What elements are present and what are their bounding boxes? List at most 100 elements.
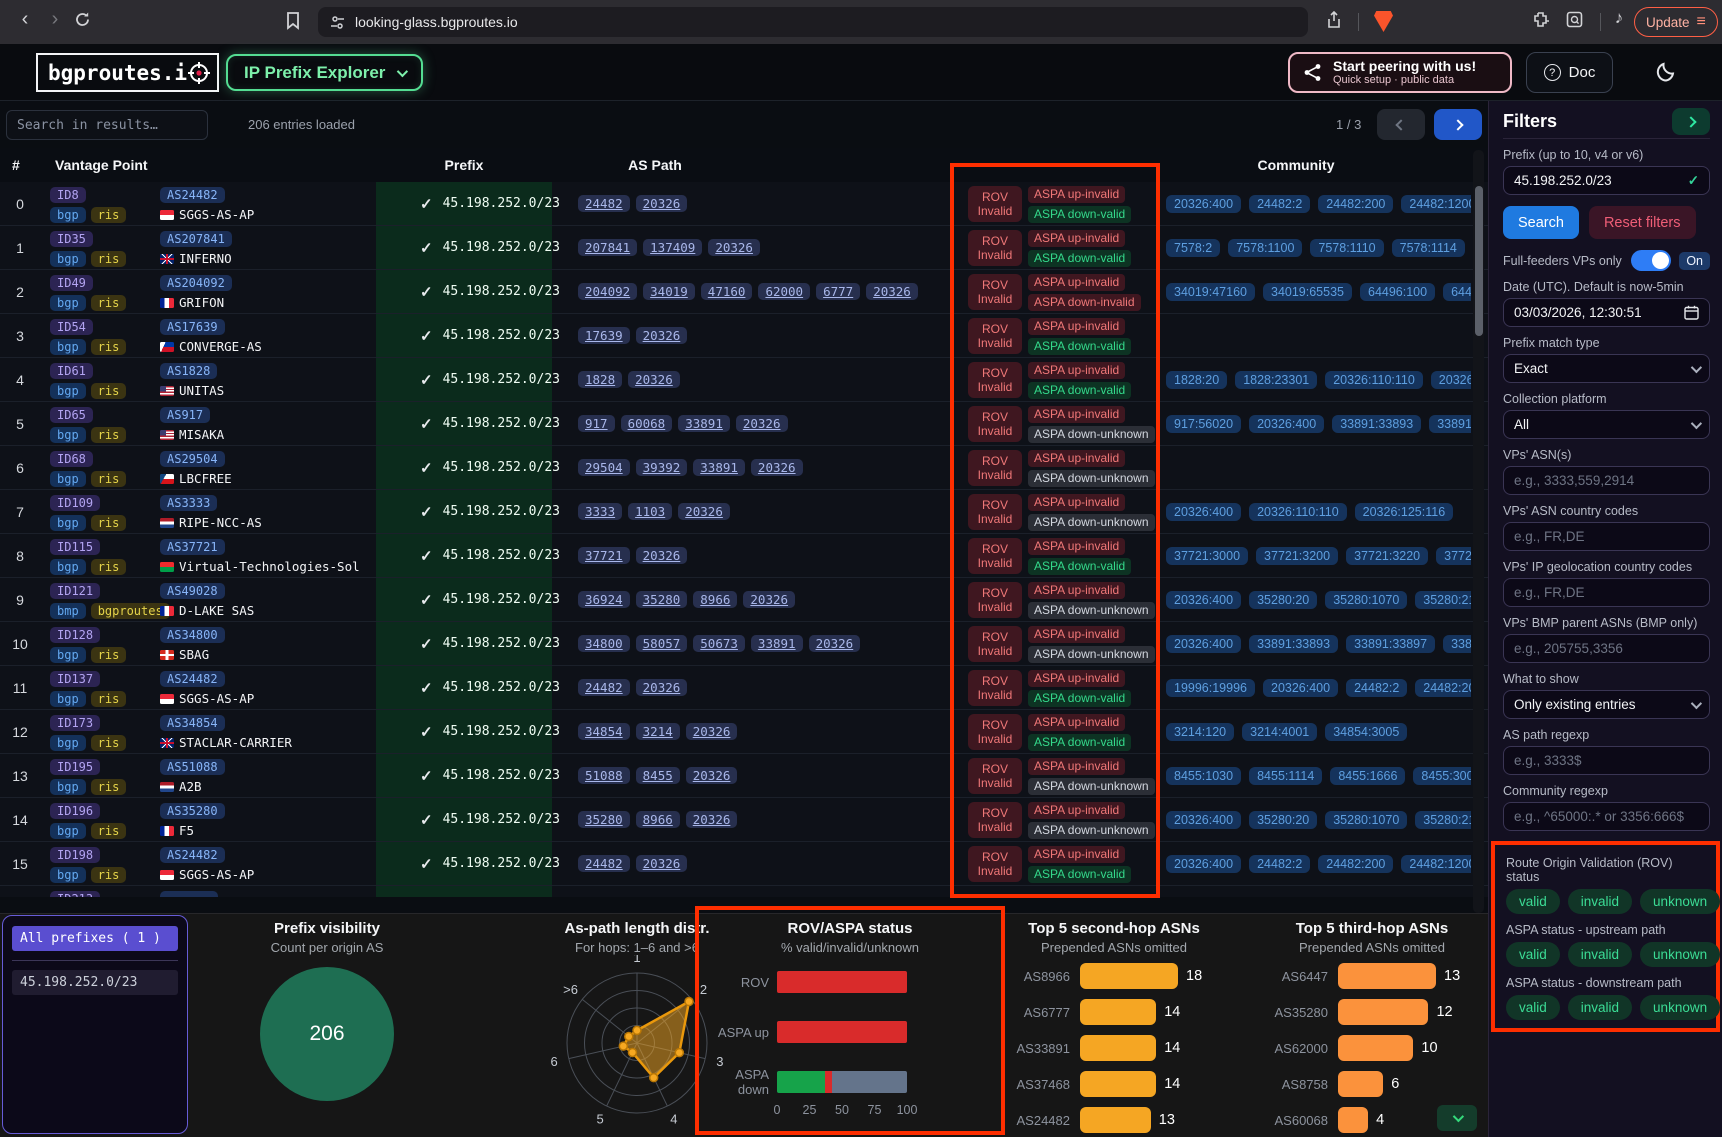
site-settings-icon[interactable] (330, 15, 345, 30)
dark-mode-toggle[interactable] (1654, 59, 1678, 83)
as-path-hop[interactable]: 137409 (643, 239, 702, 256)
expand-charts-button[interactable] (1437, 1105, 1477, 1131)
music-note-icon[interactable]: ♪ (1606, 8, 1632, 28)
url-bar[interactable]: looking-glass.bgproutes.io (318, 7, 1308, 37)
as-path-hop[interactable]: 50673 (693, 635, 745, 652)
as-path-hop[interactable]: 1828 (578, 371, 622, 388)
platform-select[interactable]: All (1503, 410, 1710, 439)
vp-asn-badge[interactable]: AS917 (160, 407, 210, 423)
vp-asn-badge[interactable]: AS24482 (160, 187, 225, 203)
as-path-hop[interactable]: 20326 (678, 503, 730, 520)
reload-icon[interactable] (74, 11, 100, 28)
as-path-hop[interactable]: 6777 (816, 283, 860, 300)
vp-asn-badge[interactable]: AS24482 (160, 847, 225, 863)
full-feeders-toggle[interactable] (1631, 250, 1671, 271)
vp-asn-badge[interactable]: AS24482 (160, 671, 225, 687)
as-path-hop[interactable]: 35280 (636, 591, 688, 608)
vp-asn-badge[interactable]: AS34800 (160, 627, 225, 643)
prefix-list-item[interactable]: 45.198.252.0/23 (12, 970, 178, 995)
collapse-filters-button[interactable] (1672, 108, 1710, 135)
status-pill-valid[interactable]: valid (1506, 995, 1560, 1020)
vp-asn-badge[interactable]: AS35280 (160, 803, 225, 819)
as-path-hop[interactable]: 204092 (578, 283, 637, 300)
search-button[interactable]: Search (1503, 206, 1579, 239)
status-pill-valid[interactable]: valid (1506, 942, 1560, 967)
vp-asn-badge[interactable]: AS1828 (160, 363, 217, 379)
as-path-hop[interactable]: 20326 (636, 855, 688, 872)
tool-selector[interactable]: IP Prefix Explorer (226, 54, 423, 91)
back-icon[interactable]: ‹ (12, 8, 38, 31)
as-path-hop[interactable]: 20326 (636, 195, 688, 212)
as-path-hop[interactable]: 917 (578, 415, 615, 432)
as-path-hop[interactable]: 20326 (743, 591, 795, 608)
table-scrollbar[interactable] (1473, 150, 1484, 913)
vp-asn-input[interactable] (1503, 466, 1710, 495)
as-path-hop[interactable]: 24482 (578, 855, 630, 872)
as-path-hop[interactable]: 3214 (636, 723, 680, 740)
aspath-regexp-input[interactable] (1503, 746, 1710, 775)
as-path-hop[interactable]: 8966 (636, 811, 680, 828)
as-path-hop[interactable]: 34800 (578, 635, 630, 652)
next-page-button[interactable] (1434, 109, 1482, 140)
vp-asn-badge[interactable]: AS204092 (160, 275, 232, 291)
as-path-hop[interactable]: 47160 (701, 283, 753, 300)
vp-asn-badge[interactable]: AS29504 (160, 451, 225, 467)
share-icon[interactable] (1326, 11, 1352, 29)
as-path-hop[interactable]: 20326 (866, 283, 918, 300)
status-pill-valid[interactable]: valid (1506, 889, 1560, 914)
as-path-hop[interactable]: 20326 (686, 767, 738, 784)
as-path-hop[interactable]: 20326 (686, 723, 738, 740)
bmp-parent-input[interactable] (1503, 634, 1710, 663)
forward-icon[interactable]: › (42, 8, 68, 31)
match-type-select[interactable]: Exact (1503, 354, 1710, 383)
prefix-filter-input[interactable]: 45.198.252.0/23 ✓ (1503, 166, 1710, 195)
as-path-hop[interactable]: 24482 (578, 679, 630, 696)
vp-asn-badge[interactable]: AS207841 (160, 231, 232, 247)
vp-asn-badge[interactable]: AS17639 (160, 319, 225, 335)
as-path-hop[interactable]: 29504 (578, 459, 630, 476)
vp-asn-badge[interactable]: AS51088 (160, 759, 225, 775)
status-pill-unknown[interactable]: unknown (1640, 889, 1720, 914)
as-path-hop[interactable]: 34019 (643, 283, 695, 300)
as-path-hop[interactable]: 20326 (708, 239, 760, 256)
brave-shield-icon[interactable] (1374, 11, 1393, 32)
as-path-hop[interactable]: 39392 (636, 459, 688, 476)
logo[interactable]: bgproutes.i (36, 53, 219, 92)
as-path-hop[interactable]: 20326 (751, 459, 803, 476)
as-path-hop[interactable]: 36924 (578, 591, 630, 608)
bookmark-icon[interactable] (286, 12, 312, 30)
vp-geo-input[interactable] (1503, 578, 1710, 607)
status-pill-invalid[interactable]: invalid (1568, 889, 1632, 914)
vp-asn-badge[interactable] (160, 891, 218, 898)
vp-cc-input[interactable] (1503, 522, 1710, 551)
start-peering-button[interactable]: Start peering with us! Quick setup · pub… (1288, 52, 1512, 93)
all-prefixes-button[interactable]: All prefixes ( 1 ) (12, 926, 178, 951)
what-to-show-select[interactable]: Only existing entries (1503, 690, 1710, 719)
as-path-hop[interactable]: 20326 (636, 327, 688, 344)
date-input[interactable]: 03/03/2026, 12:30:51 (1503, 298, 1710, 327)
as-path-hop[interactable]: 207841 (578, 239, 637, 256)
as-path-hop[interactable]: 33891 (678, 415, 730, 432)
as-path-hop[interactable]: 33891 (751, 635, 803, 652)
as-path-hop[interactable]: 8966 (693, 591, 737, 608)
as-path-hop[interactable]: 34854 (578, 723, 630, 740)
as-path-hop[interactable]: 20326 (636, 679, 688, 696)
extensions-icon[interactable] (1532, 11, 1558, 28)
reading-list-icon[interactable] (1566, 11, 1592, 28)
as-path-hop[interactable]: 20326 (628, 371, 680, 388)
as-path-hop[interactable]: 1103 (628, 503, 672, 520)
update-button[interactable]: Update ≡ (1634, 7, 1718, 37)
prev-page-button[interactable] (1377, 109, 1425, 140)
as-path-hop[interactable]: 51088 (578, 767, 630, 784)
as-path-hop[interactable]: 33891 (693, 459, 745, 476)
doc-button[interactable]: ? Doc (1526, 52, 1613, 93)
as-path-hop[interactable]: 17639 (578, 327, 630, 344)
as-path-hop[interactable]: 8455 (636, 767, 680, 784)
scrollbar-thumb[interactable] (1475, 186, 1483, 336)
as-path-hop[interactable]: 24482 (578, 195, 630, 212)
as-path-hop[interactable]: 3333 (578, 503, 622, 520)
as-path-hop[interactable]: 60068 (621, 415, 673, 432)
as-path-hop[interactable]: 62000 (758, 283, 810, 300)
status-pill-unknown[interactable]: unknown (1640, 942, 1720, 967)
as-path-hop[interactable]: 20326 (636, 547, 688, 564)
